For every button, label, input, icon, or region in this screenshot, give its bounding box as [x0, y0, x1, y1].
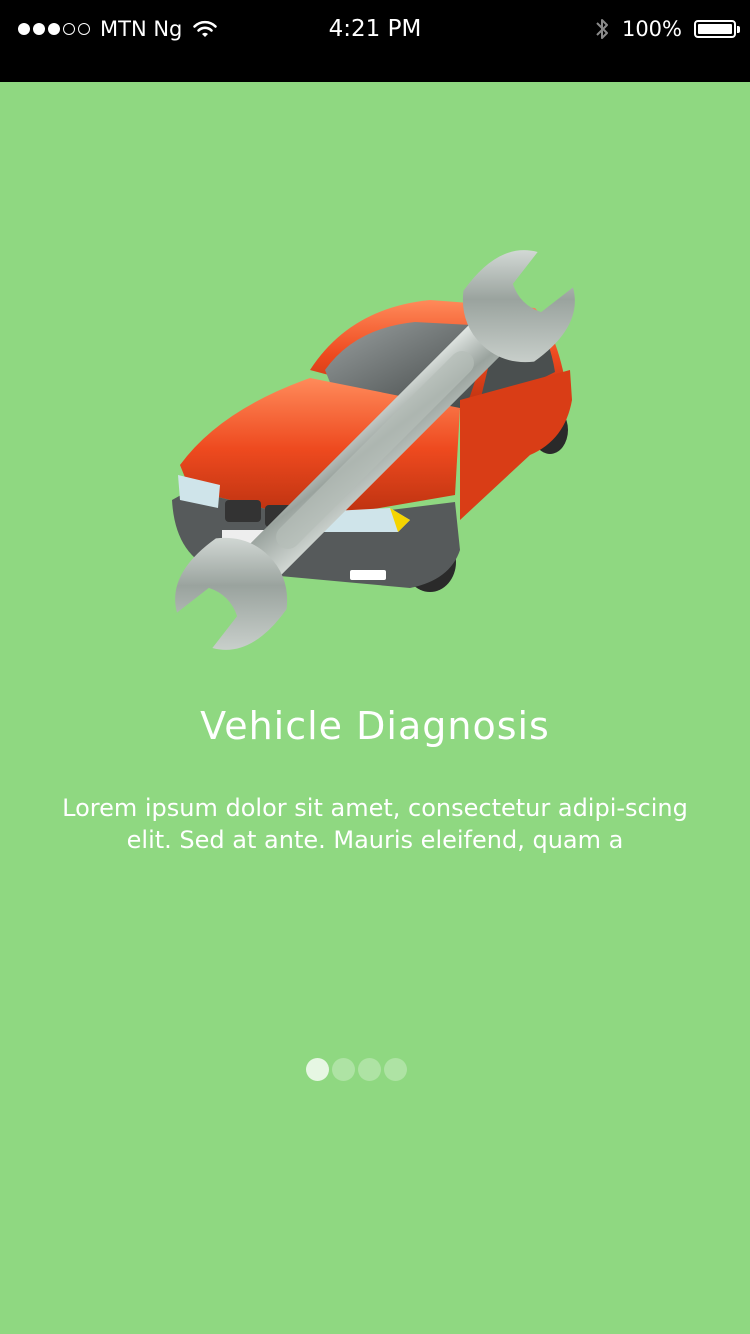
page-dot-4[interactable]	[384, 1058, 407, 1081]
onboarding-description: Lorem ipsum dolor sit amet, consectetur …	[62, 794, 688, 854]
bluetooth-icon	[596, 19, 608, 39]
battery-percent: 100%	[621, 17, 682, 41]
onboarding-title: Vehicle Diagnosis	[200, 704, 550, 748]
car-wrench-icon	[172, 250, 575, 650]
page-dot-1[interactable]	[306, 1058, 329, 1081]
battery-icon	[694, 20, 740, 38]
page-dot-2[interactable]	[332, 1058, 355, 1081]
page-dot-3[interactable]	[358, 1058, 381, 1081]
status-right: 100%	[594, 14, 740, 44]
page-indicator[interactable]	[0, 1058, 750, 1081]
status-bar: MTN Ng 4:21 PM 100%	[0, 0, 750, 82]
